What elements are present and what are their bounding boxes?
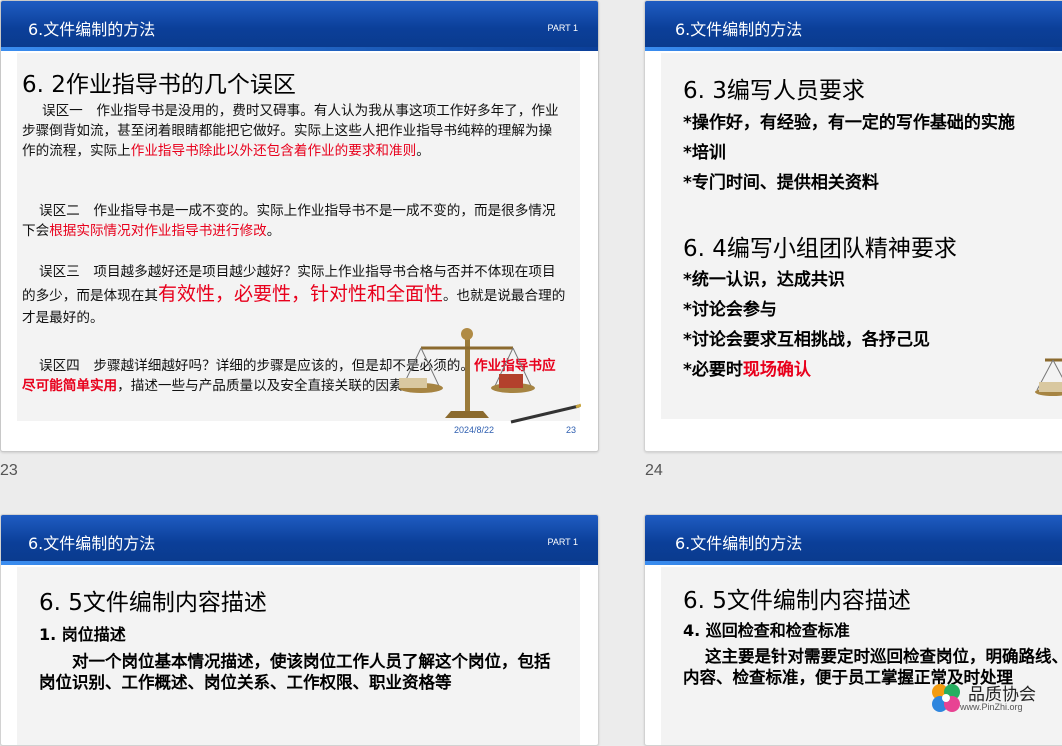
team-line-4: *必要时现场确认 <box>683 360 811 380</box>
slide-header: 6.文件编制的方法 <box>645 515 1062 565</box>
slide-thumbnail-24[interactable]: 6.文件编制的方法 6. 3编写人员要求 *操作好，有经验，有一定的写作基础的实… <box>644 0 1062 452</box>
header-stripe <box>645 561 1062 565</box>
slide-subheading: 1. 岗位描述 <box>39 625 126 644</box>
paragraph-mistake-3: 误区三 项目越多越好还是项目越少越好？实际上作业指导书合格与否并不体现在项目的多… <box>22 264 566 326</box>
slide-heading-1: 6. 3编写人员要求 <box>683 78 865 104</box>
requirement-line-2: *培训 <box>683 143 726 163</box>
balance-scale-image <box>399 328 581 424</box>
slide-header-title: 6.文件编制的方法 <box>675 534 803 553</box>
watermark-url: www.PinZhi.org <box>960 702 1023 712</box>
team-line-2: *讨论会参与 <box>683 300 777 320</box>
paragraph-mistake-2: 误区二 作业指导书是一成不变的。实际上作业指导书不是一成不变的，而是很多情况下会… <box>22 203 556 239</box>
slide-header: 6.文件编制的方法 PART 1 <box>1 515 598 565</box>
team-line-1: *统一认识，达成共识 <box>683 270 845 290</box>
header-stripe <box>1 47 598 51</box>
paragraph-mistake-1: 误区一 作业指导书是没用的，费时又碍事。有人认为我从事这项工作好多年了，作业步骤… <box>22 103 559 159</box>
slide-part-label: PART 1 <box>547 537 578 547</box>
pinzhi-watermark-logo: 品质协会 www.PinZhi.org <box>928 678 1056 718</box>
slide-heading: 6. 5文件编制内容描述 <box>683 588 911 614</box>
slide-number-label: 24 <box>645 462 663 479</box>
flower-logo-icon <box>932 684 960 712</box>
slide-subheading: 4. 巡回检查和检查标准 <box>683 621 850 640</box>
requirement-line-3: *专门时间、提供相关资料 <box>683 173 879 193</box>
requirement-line-1: *操作好，有经验，有一定的写作基础的实施 <box>683 113 1015 133</box>
slide-header-title: 6.文件编制的方法 <box>675 20 803 39</box>
slide-thumbnail-23[interactable]: 6.文件编制的方法 PART 1 6. 2作业指导书的几个误区 误区一 作业指导… <box>0 0 599 452</box>
team-line-3: *讨论会要求互相挑战，各抒己见 <box>683 330 930 350</box>
slide-thumbnail-25[interactable]: 6.文件编制的方法 PART 1 6. 5文件编制内容描述 1. 岗位描述 对一… <box>0 514 599 746</box>
slide-date: 2024/8/22 <box>454 425 495 435</box>
slide-header-title: 6.文件编制的方法 <box>28 534 156 553</box>
header-stripe <box>1 561 598 565</box>
slide-body-text: 对一个岗位基本情况描述，使该岗位工作人员了解这个岗位，包括岗位识别、工作概述、岗… <box>39 652 551 692</box>
balance-scale-image <box>1035 358 1062 396</box>
slide-header: 6.文件编制的方法 <box>645 1 1062 51</box>
slide-number-label: 23 <box>0 462 18 479</box>
slide-header: 6.文件编制的方法 PART 1 <box>1 1 598 51</box>
slide-header-title: 6.文件编制的方法 <box>28 20 156 39</box>
slide-heading: 6. 2作业指导书的几个误区 <box>22 72 296 98</box>
slide-heading-2: 6. 4编写小组团队精神要求 <box>683 236 957 262</box>
slide-part-label: PART 1 <box>547 23 578 33</box>
header-stripe <box>645 47 1062 51</box>
slide-heading: 6. 5文件编制内容描述 <box>39 590 267 616</box>
slide-page-number: 23 <box>566 425 577 435</box>
